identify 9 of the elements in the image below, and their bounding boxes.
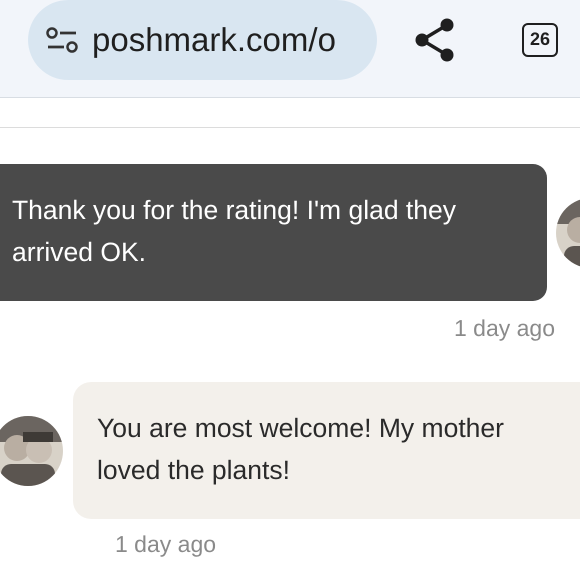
message-bubble: You are most welcome! My mother loved the plants! xyxy=(73,382,580,519)
tune-icon[interactable] xyxy=(46,26,78,52)
url-field[interactable]: poshmark.com/o xyxy=(28,0,377,80)
url-text: poshmark.com/o xyxy=(92,20,336,58)
message-time: 1 day ago xyxy=(114,531,218,558)
message-time: 1 day ago xyxy=(452,315,556,342)
message-bubble: Thank you for the rating! I'm glad they arrived OK. xyxy=(0,164,547,301)
share-icon[interactable] xyxy=(415,18,455,62)
tab-count-button[interactable]: 26 xyxy=(522,22,558,56)
